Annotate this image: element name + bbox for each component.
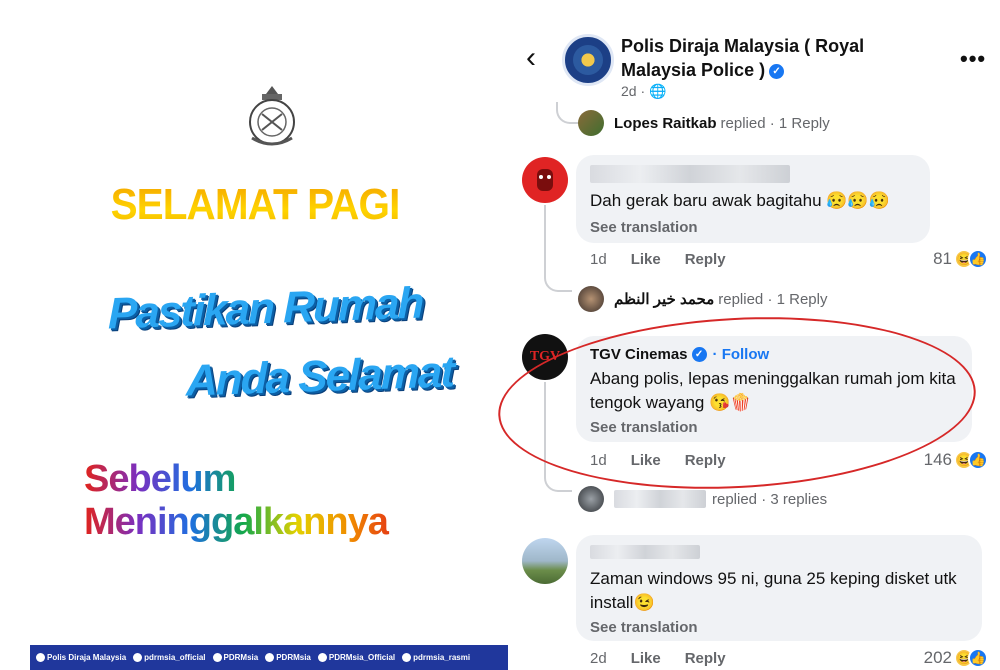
comments-panel: ‹ Polis Diraja Malaysia ( Royal Malaysia… <box>510 0 1000 670</box>
comment-actions: 1d Like Reply <box>590 251 726 268</box>
like-reaction-icon: 👍 <box>968 450 988 470</box>
poster-line3: Sebelum Meninggalkannya <box>84 458 510 544</box>
instagram-icon <box>133 653 143 662</box>
comment-bubble: Zaman windows 95 ni, guna 25 keping disk… <box>576 535 982 641</box>
thread-line <box>544 382 546 470</box>
comment-author-blurred[interactable] <box>590 545 968 559</box>
post-time: 2d · 🌐 <box>621 83 667 99</box>
reaction-count[interactable]: 146 😆 👍 <box>924 450 988 470</box>
verified-badge-icon: ✓ <box>769 63 785 79</box>
avatar <box>578 286 604 312</box>
poster-line1: Pastikan Rumah <box>108 278 423 339</box>
reply-button[interactable]: Reply <box>685 452 726 469</box>
like-reaction-icon: 👍 <box>968 249 988 269</box>
comment-author-blurred[interactable] <box>590 165 916 183</box>
like-reaction-icon: 👍 <box>968 648 988 668</box>
telegram-icon <box>317 653 327 662</box>
page-avatar[interactable] <box>562 34 614 86</box>
tgv-avatar[interactable]: TGV <box>522 334 568 380</box>
page-title[interactable]: Polis Diraja Malaysia ( Royal Malaysia P… <box>621 34 901 82</box>
more-options-icon[interactable]: ••• <box>960 46 986 72</box>
avatar[interactable] <box>522 538 568 584</box>
youtube-icon <box>212 653 222 662</box>
poster-footer: Polis Diraja Malaysia pdrmsia_official P… <box>30 645 508 670</box>
comment-text: Abang polis, lepas meninggalkan rumah jo… <box>590 369 956 412</box>
comment-bubble: Dah gerak baru awak bagitahu 😥😥😥 See tra… <box>576 155 930 243</box>
globe-icon: 🌐 <box>649 83 667 99</box>
view-replies-arabic[interactable]: محمد خير النظم replied · 1 Reply <box>578 286 827 312</box>
thread-line <box>544 205 546 270</box>
comment-actions: 1d Like Reply <box>590 452 726 469</box>
comment-actions: 2d Like Reply <box>590 650 726 667</box>
comment-author[interactable]: TGV Cinemas <box>590 346 688 363</box>
see-translation-link[interactable]: See translation <box>590 419 958 436</box>
tiktok-icon <box>402 653 412 662</box>
like-button[interactable]: Like <box>631 251 661 268</box>
facebook-icon <box>36 653 45 662</box>
reply-button[interactable]: Reply <box>685 251 726 268</box>
verified-badge-icon: ✓ <box>691 347 707 362</box>
comment-bubble: TGV Cinemas ✓ · Follow Abang polis, lepa… <box>576 336 972 442</box>
like-button[interactable]: Like <box>631 650 661 667</box>
like-button[interactable]: Like <box>631 452 661 469</box>
reply-button[interactable]: Reply <box>685 650 726 667</box>
reaction-count[interactable]: 81 😆 👍 <box>933 249 988 269</box>
see-translation-link[interactable]: See translation <box>590 219 916 236</box>
avatar <box>578 110 604 136</box>
avatar[interactable] <box>522 157 568 203</box>
x-icon <box>265 653 275 662</box>
police-crest-logo <box>249 86 295 146</box>
avatar <box>578 486 604 512</box>
reaction-count[interactable]: 202 😆 👍 <box>924 648 988 668</box>
follow-button[interactable]: · Follow <box>713 346 770 363</box>
see-translation-link[interactable]: See translation <box>590 619 968 636</box>
back-arrow-icon[interactable]: ‹ <box>526 43 536 73</box>
comment-text: Zaman windows 95 ni, guna 25 keping disk… <box>590 569 957 612</box>
thread-curve <box>544 470 572 492</box>
reply-author-blurred <box>614 490 706 508</box>
view-replies-lopes[interactable]: Lopes Raitkab replied · 1 Reply <box>578 110 830 136</box>
thread-curve <box>556 102 580 124</box>
view-replies-tgv[interactable]: replied · 3 replies <box>578 486 827 512</box>
thread-curve <box>544 270 572 292</box>
poster-image: SELAMAT PAGI Pastikan Rumah Anda Selamat… <box>0 0 510 670</box>
poster-line2: Anda Selamat <box>186 347 453 406</box>
greeting-text: SELAMAT PAGI <box>20 180 489 230</box>
comment-text: Dah gerak baru awak bagitahu 😥😥😥 <box>590 191 890 210</box>
